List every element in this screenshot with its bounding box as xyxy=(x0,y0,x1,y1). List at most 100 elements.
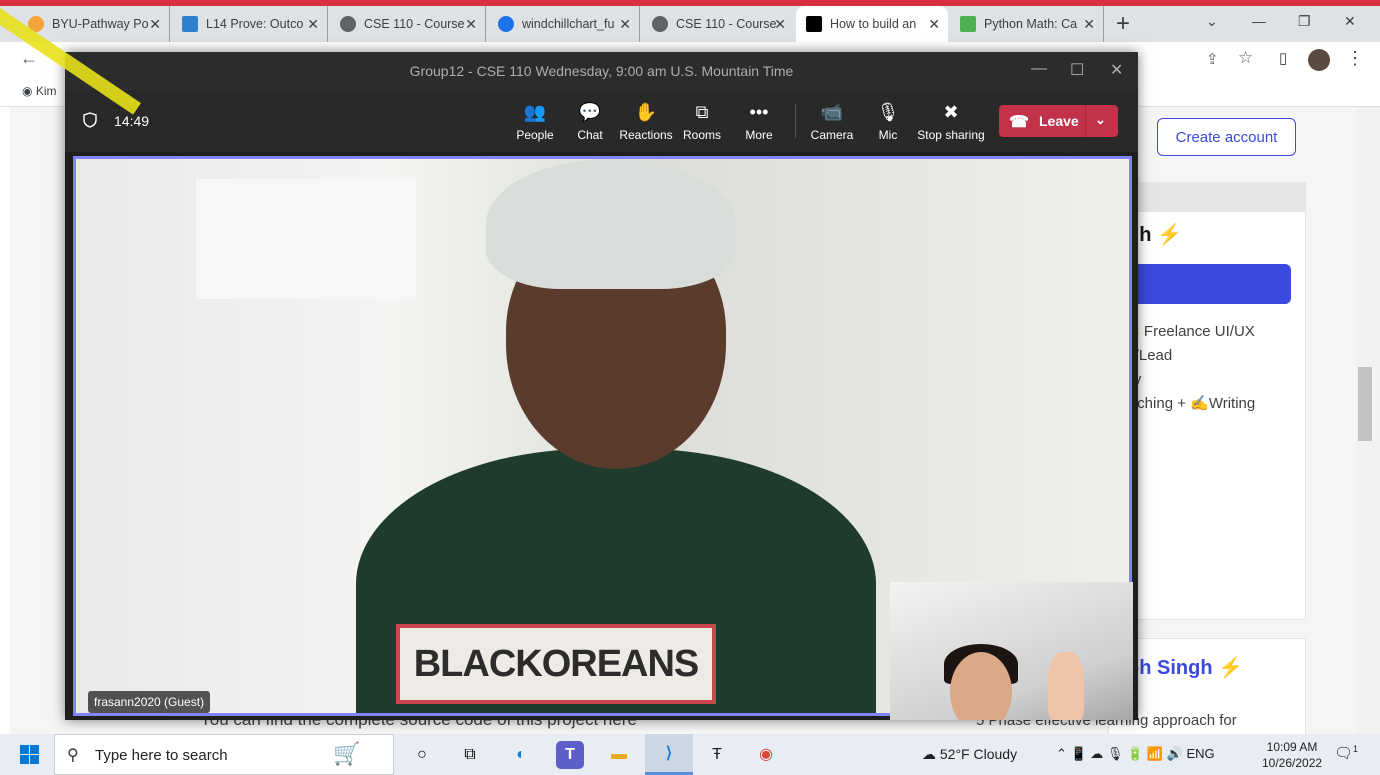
leave-split-divider xyxy=(1085,105,1086,137)
minimize-icon[interactable]: — xyxy=(1252,6,1266,36)
chevron-down-icon[interactable]: ⌄ xyxy=(1095,112,1106,128)
people-icon: 👥 xyxy=(523,102,547,122)
side-panel-icon[interactable]: ▯ xyxy=(1279,49,1287,67)
phone-hangup-icon: ☎ xyxy=(1009,114,1029,131)
browser-tab[interactable]: L14 Prove: Outco ✕ xyxy=(172,6,328,42)
file-explorer-icon[interactable]: ▬ xyxy=(605,741,633,769)
leave-label: Leave xyxy=(1039,113,1079,129)
participant-headwrap xyxy=(486,159,736,289)
vscode-taskbar-item[interactable]: ⟩ xyxy=(645,734,693,775)
rooms-icon: ⧉ xyxy=(695,102,709,122)
back-icon[interactable]: ← xyxy=(20,48,38,69)
control-label: Chat xyxy=(577,128,603,142)
scrollbar-thumb[interactable] xyxy=(1358,367,1372,441)
edge-icon[interactable]: ◐ xyxy=(507,741,535,769)
close-tab-icon[interactable]: ✕ xyxy=(619,16,631,33)
control-label: Stop sharing xyxy=(917,128,985,142)
close-tab-icon[interactable]: ✕ xyxy=(774,16,786,33)
globe-favicon-icon xyxy=(340,16,356,32)
mic-button[interactable]: 🎙 Mic xyxy=(858,100,918,142)
tab-search-icon[interactable]: ⌄ xyxy=(1206,6,1218,36)
check-favicon-icon xyxy=(498,16,514,32)
search-icon: ⚲ xyxy=(67,747,79,764)
create-account-button[interactable]: Create account xyxy=(1157,118,1296,156)
rooms-button[interactable]: ⧉ Rooms xyxy=(672,100,732,142)
weather-widget[interactable]: ☁ 52°F Cloudy xyxy=(922,746,1017,763)
control-label: Reactions xyxy=(619,128,673,142)
close-tab-icon[interactable]: ✕ xyxy=(928,16,940,33)
clock-time: 10:09 AM xyxy=(1266,740,1318,754)
author-name-link[interactable]: oh Singh ⚡ xyxy=(1127,655,1243,680)
control-label: Camera xyxy=(810,128,854,142)
browser-tab[interactable]: Python Math: Ca ✕ xyxy=(950,6,1104,42)
notification-count: 1 xyxy=(1353,744,1359,754)
w3schools-favicon-icon xyxy=(960,16,976,32)
chat-button[interactable]: 💬 Chat xyxy=(560,100,620,142)
controls-divider xyxy=(795,104,796,138)
camera-button[interactable]: 📹 Camera xyxy=(802,100,862,142)
chat-icon: 💬 xyxy=(578,102,602,122)
tab-title: Python Math: Ca xyxy=(984,17,1078,31)
maximize-icon[interactable]: ☐ xyxy=(1070,60,1084,80)
stop-sharing-button[interactable]: ✖ Stop sharing xyxy=(916,100,986,142)
typora-icon[interactable]: Ŧ xyxy=(703,741,731,769)
browser-tab[interactable]: CSE 110 - Course ✕ xyxy=(642,6,794,42)
more-icon: ••• xyxy=(749,102,769,122)
author-bio: | 🌞 Freelance UI/UX dor/Lead emy Teachin… xyxy=(1113,320,1303,416)
teams-title-bar: Group12 - CSE 110 Wednesday, 9:00 am U.S… xyxy=(65,52,1138,90)
search-placeholder: Type here to search xyxy=(95,747,228,764)
close-window-icon[interactable]: ✕ xyxy=(1344,6,1356,36)
shirt-logo: BLACKOREANS xyxy=(396,624,716,704)
browser-tab-strip: BYU-Pathway Po ✕ L14 Prove: Outco ✕ CSE … xyxy=(0,6,1380,42)
windows-start-icon[interactable] xyxy=(20,745,39,764)
mic-icon: 🎙 xyxy=(876,102,900,122)
bio-line: emy xyxy=(1113,368,1303,392)
people-button[interactable]: 👥 People xyxy=(505,100,565,142)
language-indicator: ENG xyxy=(1186,746,1215,761)
reactions-button[interactable]: ✋ Reactions xyxy=(616,100,676,142)
close-icon[interactable]: ✕ xyxy=(1110,60,1123,80)
star-icon[interactable]: ☆ xyxy=(1238,48,1253,68)
teams-meeting-window: Group12 - CSE 110 Wednesday, 9:00 am U.S… xyxy=(65,52,1138,720)
new-tab-button[interactable]: + xyxy=(1116,6,1130,42)
close-tab-icon[interactable]: ✕ xyxy=(149,16,161,33)
bio-line: | 🌞 Freelance UI/UX xyxy=(1113,323,1255,340)
close-tab-icon[interactable]: ✕ xyxy=(465,16,477,33)
profile-avatar[interactable] xyxy=(1308,49,1330,71)
control-label: People xyxy=(516,128,554,142)
menu-icon[interactable]: ⋮ xyxy=(1346,48,1364,69)
globe-icon: ◉ xyxy=(22,84,36,98)
taskbar-clock[interactable]: 10:09 AM 10/26/2022 xyxy=(1262,739,1322,771)
self-view-video[interactable] xyxy=(890,582,1133,720)
tab-title: CSE 110 - Course xyxy=(676,17,776,31)
control-label: More xyxy=(745,128,773,142)
browser-tab[interactable]: windchillchart_fu ✕ xyxy=(488,6,640,42)
canvas-favicon-icon xyxy=(182,16,198,32)
minimize-icon[interactable]: — xyxy=(1031,60,1047,78)
cortana-icon[interactable]: ○ xyxy=(408,741,436,769)
browser-tab-active[interactable]: How to build an ✕ xyxy=(796,6,948,42)
tab-title: BYU-Pathway Po xyxy=(52,17,149,31)
system-tray[interactable]: ⌃ 📱 ☁ 🎙 🔋 📶 🔊 ENG xyxy=(1056,746,1215,762)
control-label: Mic xyxy=(878,128,898,142)
tab-title: How to build an xyxy=(830,17,917,31)
participant-shirt: BLACKOREANS xyxy=(356,449,876,713)
participant-name-label: frasann2020 (Guest) xyxy=(88,691,211,713)
chrome-icon[interactable]: ◉ xyxy=(752,741,780,769)
close-tab-icon[interactable]: ✕ xyxy=(1083,16,1095,33)
taskbar-search-box[interactable]: ⚲ Type here to search 🛒 xyxy=(54,734,394,775)
leave-button[interactable]: ☎ Leave ⌄ xyxy=(999,105,1118,137)
task-view-icon[interactable]: ⧉ xyxy=(456,741,484,769)
browser-tab[interactable]: CSE 110 - Course ✕ xyxy=(330,6,486,42)
bookmark-item[interactable]: ◉ Kim xyxy=(22,84,56,98)
restore-icon[interactable]: ❐ xyxy=(1298,6,1311,36)
participant-figure: BLACKOREANS xyxy=(356,159,876,713)
clock-date: 10/26/2022 xyxy=(1262,756,1323,770)
share-icon[interactable]: ⇪ xyxy=(1206,50,1219,68)
meeting-timer: 14:49 xyxy=(114,113,150,129)
teams-icon[interactable]: T xyxy=(556,741,584,769)
stop-sharing-icon: ✖ xyxy=(943,102,959,122)
notification-icon[interactable]: 🗨1 xyxy=(1334,744,1358,762)
close-tab-icon[interactable]: ✕ xyxy=(307,16,319,33)
more-button[interactable]: ••• More xyxy=(729,100,789,142)
